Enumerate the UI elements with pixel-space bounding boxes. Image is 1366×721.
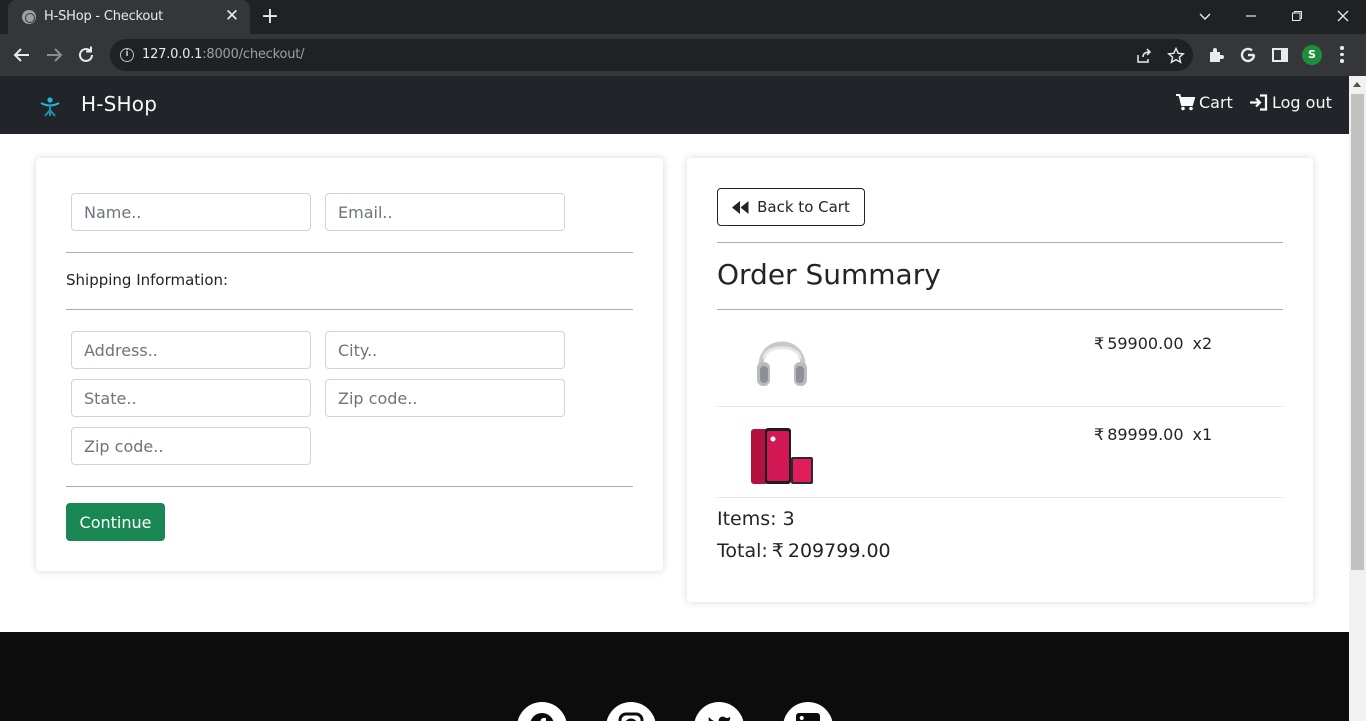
checkout-form-card: Shipping Information: Continue	[36, 158, 663, 571]
divider	[66, 252, 633, 253]
browser-tab[interactable]: H-SHop - Checkout ✕	[8, 0, 250, 34]
instagram-icon[interactable]	[606, 702, 656, 721]
item-quantity: x1	[1192, 425, 1213, 444]
state-field[interactable]	[71, 379, 311, 417]
forward-arrow-icon[interactable]	[42, 43, 66, 67]
close-tab-icon[interactable]: ✕	[222, 6, 242, 26]
browser-tabstrip: H-SHop - Checkout ✕ +	[0, 0, 1366, 34]
page-scrollbar[interactable]	[1349, 76, 1366, 721]
cart-label: Cart	[1199, 93, 1233, 112]
brand-name[interactable]: H-SHop	[81, 92, 157, 116]
google-icon[interactable]	[1239, 46, 1257, 64]
divider	[66, 309, 633, 310]
total-label: Total:	[717, 540, 768, 562]
back-to-cart-label: Back to Cart	[757, 198, 850, 216]
minimize-icon[interactable]	[1228, 0, 1274, 32]
tab-search-icon[interactable]	[1182, 0, 1228, 32]
divider	[717, 242, 1283, 243]
bookmark-star-icon[interactable]	[1167, 46, 1185, 65]
scrollbar-thumb[interactable]	[1351, 94, 1364, 570]
address-field[interactable]	[71, 331, 311, 369]
tab-title: H-SHop - Checkout	[44, 9, 164, 24]
logout-label: Log out	[1272, 93, 1332, 112]
address-bar[interactable]: i 127.0.0.1:8000/checkout/	[110, 39, 1193, 71]
restore-icon[interactable]	[1274, 0, 1320, 32]
site-info-icon[interactable]: i	[120, 48, 134, 62]
rupee-icon: ₹	[1094, 334, 1105, 353]
profile-avatar[interactable]: S	[1302, 45, 1322, 65]
cart-icon	[1176, 94, 1195, 111]
globe-icon	[22, 10, 36, 24]
phone-image	[747, 413, 817, 485]
reload-icon[interactable]	[74, 43, 98, 67]
back-arrow-icon[interactable]	[10, 43, 34, 67]
total-value: 209799.00	[787, 540, 891, 562]
shipping-heading: Shipping Information:	[66, 271, 229, 289]
order-item-row: ₹ 59900.00 x2	[717, 316, 1283, 407]
browser-toolbar: i 127.0.0.1:8000/checkout/ S	[0, 34, 1366, 76]
close-window-icon[interactable]	[1320, 0, 1366, 32]
new-tab-icon[interactable]: +	[258, 5, 282, 29]
site-navbar: H-SHop Cart Log out	[0, 76, 1349, 134]
site-footer	[0, 632, 1349, 721]
side-panel-icon[interactable]	[1271, 46, 1289, 64]
facebook-icon[interactable]	[517, 702, 567, 721]
item-price-value: 89999.00	[1107, 425, 1184, 444]
linkedin-icon[interactable]	[783, 702, 833, 721]
back-to-cart-button[interactable]: Back to Cart	[717, 188, 865, 226]
item-price: ₹ 89999.00 x1	[1094, 425, 1212, 444]
divider	[66, 486, 633, 487]
extensions-icon[interactable]	[1207, 46, 1225, 64]
nav-logout-link[interactable]: Log out	[1250, 93, 1332, 112]
brand-logo-icon[interactable]	[36, 92, 64, 120]
sign-in-icon	[1250, 94, 1268, 111]
scroll-up-arrow-icon[interactable]	[1353, 82, 1361, 87]
rupee-icon: ₹	[771, 540, 784, 562]
zip-code-field-2[interactable]	[71, 427, 311, 465]
divider	[717, 497, 1283, 498]
item-price: ₹ 59900.00 x2	[1094, 334, 1212, 353]
page-viewport: H-SHop Cart Log out Shipping Information…	[0, 76, 1349, 721]
share-icon[interactable]	[1135, 47, 1153, 65]
url-text: 127.0.0.1:8000/checkout/	[142, 47, 305, 62]
item-quantity: x2	[1192, 334, 1213, 353]
order-summary-card: Back to Cart Order Summary ₹ 59900.00 x2	[687, 158, 1313, 602]
twitter-icon[interactable]	[694, 702, 744, 721]
item-price-value: 59900.00	[1107, 334, 1184, 353]
email-field[interactable]	[325, 193, 565, 231]
name-field[interactable]	[71, 193, 311, 231]
city-field[interactable]	[325, 331, 565, 369]
browser-menu-icon[interactable]	[1340, 46, 1344, 64]
divider	[717, 309, 1283, 310]
headphones-image	[747, 322, 817, 394]
items-count: Items: 3	[717, 508, 795, 530]
order-summary-title: Order Summary	[717, 258, 941, 291]
order-total: Total: ₹ 209799.00	[717, 540, 891, 562]
continue-button[interactable]: Continue	[66, 503, 165, 541]
rupee-icon: ₹	[1094, 425, 1105, 444]
order-item-row: ₹ 89999.00 x1	[717, 407, 1283, 498]
zip-code-field[interactable]	[325, 379, 565, 417]
backward-icon	[732, 200, 749, 214]
nav-cart-link[interactable]: Cart	[1176, 93, 1233, 112]
